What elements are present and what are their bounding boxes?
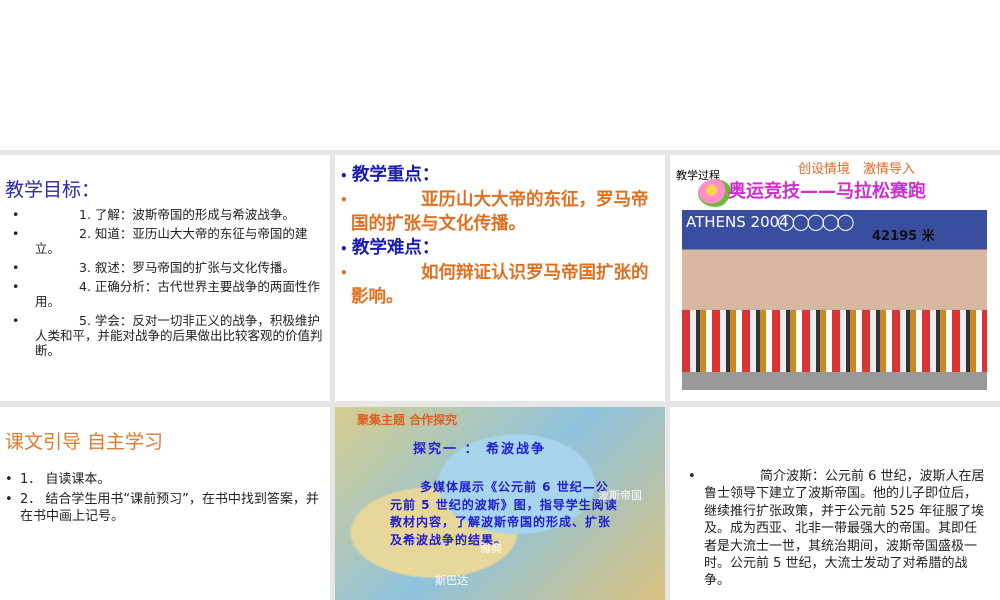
objectives-title: 教学目标： <box>5 179 101 201</box>
list-item: 5. 学会：反对一切非正义的战争，积极维护人类和平，并能对战争的后果做出比较客观… <box>12 313 325 358</box>
persia-map: 聚集主题 合作探究 探究一 ： 希波战争 多媒体展示《公元前 6 世纪—公元前 … <box>335 407 665 600</box>
slide-self-study[interactable]: 课文引导 自主学习 1． 自读课本。 2． 结合学生用书“课前预习”，在书中找到… <box>0 407 330 600</box>
slide-objectives[interactable]: 教学目标： 1. 了解：波斯帝国的形成与希波战争。 2. 知道：亚历山大大帝的东… <box>0 155 330 401</box>
map-theme: 聚集主题 合作探究 <box>357 413 458 427</box>
key-points-content: • 教学重点： • 亚历山大大帝的东征，罗马帝国的扩张与文化传播。 • 教学难点：… <box>340 163 660 309</box>
place-sparta: 斯巴达 <box>435 574 468 587</box>
list-item: 4. 正确分析：古代世界主要战争的两面性作用。 <box>12 279 325 309</box>
place-persia: 波斯帝国 <box>598 489 642 502</box>
list-item: 1． 自读课本。 <box>5 471 325 488</box>
list-item: 2. 知道：亚历山大大帝的东征与帝国的建立。 <box>12 226 325 256</box>
marathon-photo: ATHENS 2004 ◯◯◯◯◯ 42195 米 <box>682 210 987 390</box>
map-instruction: 多媒体展示《公元前 6 世纪—公元前 5 世纪的波斯》图，指导学生阅读教材内容，… <box>390 480 618 547</box>
olympic-rings-icon: ◯◯◯◯◯ <box>777 212 855 231</box>
athens-banner: ATHENS 2004 <box>686 213 789 231</box>
distance-label: 42195 米 <box>872 229 935 244</box>
slide-persia-intro[interactable]: 简介波斯：公元前 6 世纪，波斯人在居鲁士领导下建立了波斯帝国。他的儿子即位后，… <box>670 407 1000 600</box>
persia-text: 简介波斯：公元前 6 世纪，波斯人在居鲁士领导下建立了波斯帝国。他的儿子即位后，… <box>688 468 988 590</box>
focus-text: • 亚历山大大帝的东征，罗马帝国的扩张与文化传播。 <box>340 190 649 234</box>
focus-label: • 教学重点： <box>340 165 440 185</box>
self-study-title: 课文引导 自主学习 <box>5 431 164 453</box>
list-item: 2． 结合学生用书“课前预习”，在书中找到答案，并在书中画上记号。 <box>5 491 325 525</box>
objectives-list: 1. 了解：波斯帝国的形成与希波战争。 2. 知道：亚历山大大帝的东征与帝国的建… <box>12 207 325 362</box>
self-study-list: 1． 自读课本。 2． 结合学生用书“课前预习”，在书中找到答案，并在书中画上记… <box>5 471 325 528</box>
difficulty-text: • 如何辩证认识罗马帝国扩张的影响。 <box>340 263 649 307</box>
map-inquiry: 探究一 ： 希波战争 <box>413 442 547 457</box>
place-athens: 雅典 <box>480 542 502 555</box>
slide-map[interactable]: 聚集主题 合作探究 探究一 ： 希波战争 多媒体展示《公元前 6 世纪—公元前 … <box>335 407 665 600</box>
slide-key-points[interactable]: • 教学重点： • 亚历山大大帝的东征，罗马帝国的扩张与文化传播。 • 教学难点：… <box>335 155 665 401</box>
list-item: 1. 了解：波斯帝国的形成与希波战争。 <box>12 207 325 222</box>
process-title: 奥运竞技——马拉松赛跑 <box>728 181 926 202</box>
runners <box>682 310 987 372</box>
flower-icon <box>698 179 732 207</box>
difficulty-label: • 教学难点： <box>340 238 440 258</box>
list-item: 3. 叙述：罗马帝国的扩张与文化传播。 <box>12 260 325 275</box>
process-subtitle: 创设情境 激情导入 <box>798 162 916 177</box>
slide-marathon[interactable]: 教学过程 创设情境 激情导入 奥运竞技——马拉松赛跑 ATHENS 2004 ◯… <box>670 155 1000 401</box>
